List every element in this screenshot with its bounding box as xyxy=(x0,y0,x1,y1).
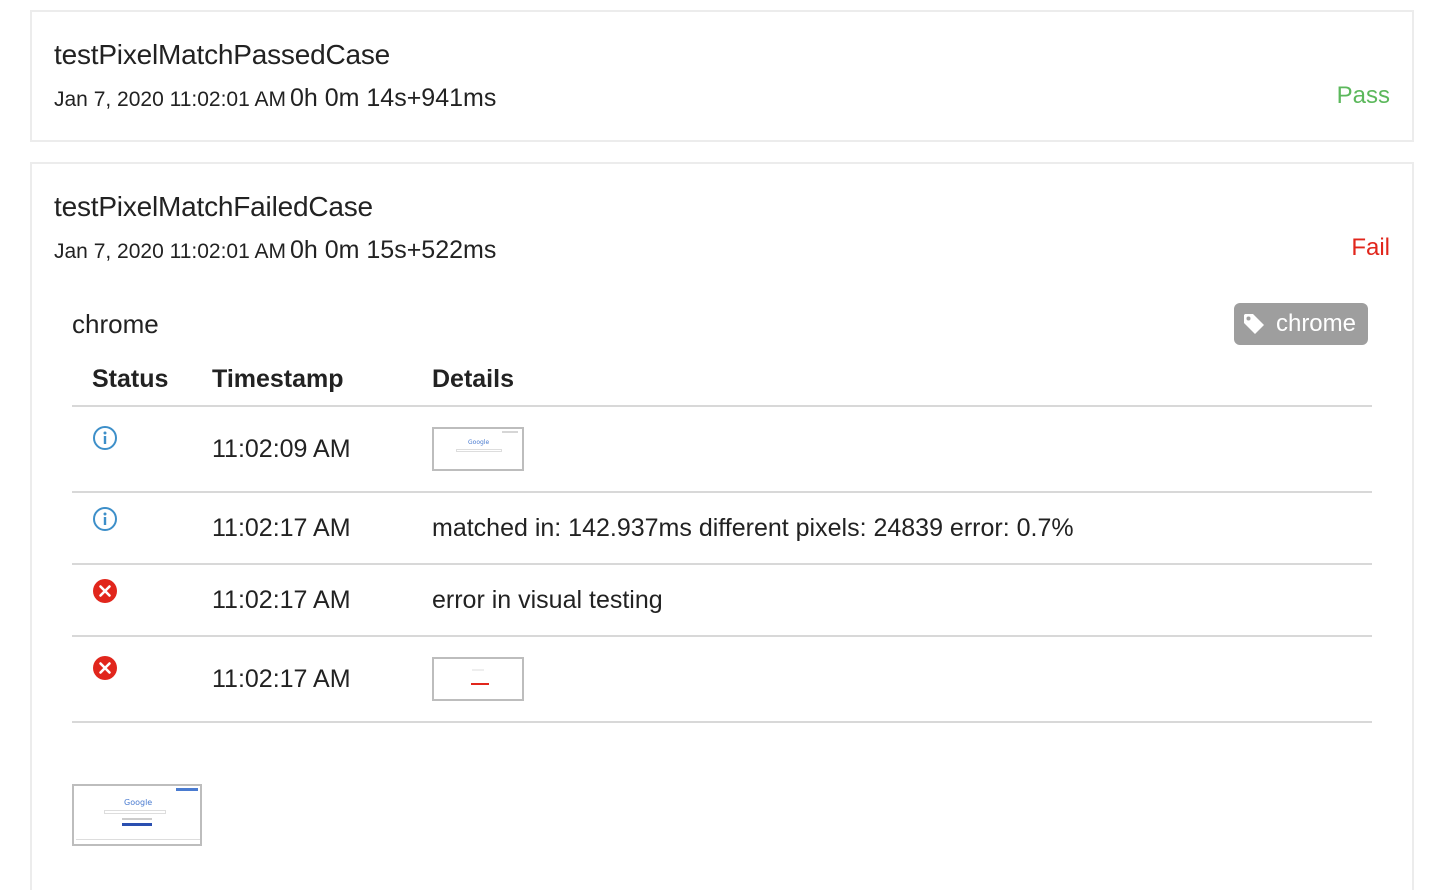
test-name[interactable]: testPixelMatchPassedCase xyxy=(54,39,390,71)
test-status-pass: Pass xyxy=(1336,82,1390,109)
log-details: error in visual testing xyxy=(432,564,1372,637)
test-duration: 0h 0m 15s+522ms xyxy=(289,236,497,264)
test-card-failed[interactable]: testPixelMatchFailedCase Jan 7, 2020 11:… xyxy=(30,162,1414,890)
test-start-time: Jan 7, 2020 11:02:01 AM xyxy=(54,88,286,111)
media-screenshot-thumbnail[interactable]: Google xyxy=(72,784,202,846)
log-timestamp: 11:02:17 AM xyxy=(212,564,432,637)
screenshot-thumbnail[interactable]: Google xyxy=(432,427,524,471)
test-meta: Jan 7, 2020 11:02:01 AM 0h 0m 15s+522ms xyxy=(54,236,496,265)
info-icon xyxy=(92,425,118,458)
test-status-fail: Fail xyxy=(1351,234,1390,261)
log-row: 11:02:17 AM matched in: 142.937ms differ… xyxy=(72,492,1372,565)
error-icon xyxy=(92,578,118,611)
column-header-timestamp: Timestamp xyxy=(212,354,432,407)
test-meta: Jan 7, 2020 11:02:01 AM 0h 0m 14s+941ms xyxy=(54,84,496,113)
log-row: 11:02:09 AM Google xyxy=(72,406,1372,493)
log-timestamp: 11:02:17 AM xyxy=(212,636,432,723)
diff-screenshot-thumbnail[interactable] xyxy=(432,657,524,701)
test-duration: 0h 0m 14s+941ms xyxy=(289,84,497,112)
test-name[interactable]: testPixelMatchFailedCase xyxy=(54,191,373,223)
error-icon xyxy=(92,655,118,688)
thumbnail-logo-text: Google xyxy=(468,439,490,446)
log-timestamp: 11:02:17 AM xyxy=(212,492,432,565)
column-header-details: Details xyxy=(432,354,1372,407)
log-table: Status Timestamp Details 11:02:09 AM Goo… xyxy=(72,354,1372,723)
log-timestamp: 11:02:09 AM xyxy=(212,406,432,493)
category-tag[interactable]: chrome xyxy=(1233,303,1368,345)
test-card-passed[interactable]: testPixelMatchPassedCase Jan 7, 2020 11:… xyxy=(30,10,1414,142)
column-header-status: Status xyxy=(72,354,212,407)
tag-label: chrome xyxy=(1275,310,1356,337)
test-start-time: Jan 7, 2020 11:02:01 AM xyxy=(54,240,286,263)
log-details: matched in: 142.937ms different pixels: … xyxy=(432,492,1372,565)
info-icon xyxy=(92,506,118,539)
tag-icon xyxy=(1242,312,1266,336)
thumbnail-logo-text: Google xyxy=(124,798,153,807)
log-table-header: Status Timestamp Details xyxy=(72,354,1372,407)
log-row: 11:02:17 AM xyxy=(72,636,1372,723)
log-row: 11:02:17 AM error in visual testing xyxy=(72,564,1372,637)
node-name: chrome xyxy=(72,309,159,339)
